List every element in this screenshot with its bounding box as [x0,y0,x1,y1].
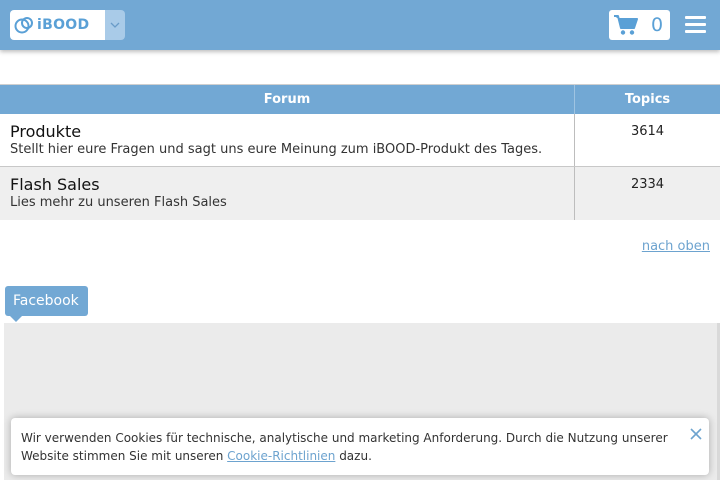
column-header-topics: Topics [624,92,671,107]
logo-link[interactable]: iBOOD [10,10,105,40]
topics-count: 2334 [630,177,665,192]
forum-description: Lies mehr zu unseren Flash Sales [10,195,227,210]
chevron-down-icon [110,22,120,28]
back-to-top-link[interactable]: nach oben [642,239,710,254]
table-header: Forum Topics [0,85,720,114]
forum-table: Forum Topics Produkte Stellt hier eure F… [0,85,720,220]
forum-title-link[interactable]: Produkte [10,122,574,141]
ibood-logo-icon [14,17,33,34]
table-row[interactable]: Flash Sales Lies mehr zu unseren Flash S… [0,167,720,220]
table-row[interactable]: Produkte Stellt hier eure Fragen und sag… [0,114,720,167]
forum-cell: Flash Sales Lies mehr zu unseren Flash S… [0,167,575,220]
cart-count: 0 [651,14,664,36]
forum-cell: Produkte Stellt hier eure Fragen und sag… [0,114,575,166]
hamburger-menu-icon[interactable] [685,16,706,33]
cookie-banner: Wir verwenden Cookies für technische, an… [11,418,709,475]
facebook-tab[interactable]: Facebook [5,286,88,316]
forum-description: Stellt hier eure Fragen und sagt uns eur… [10,142,543,157]
topics-count: 3614 [630,124,665,139]
column-header-forum: Forum [0,85,575,114]
cookie-text-after: dazu. [335,449,372,463]
cart-button[interactable]: 0 [609,10,670,40]
tab-pointer [10,316,22,322]
top-header: iBOOD 0 [0,0,720,50]
logo-text: iBOOD [37,17,90,33]
cookie-policy-link[interactable]: Cookie-Richtlinien [227,449,335,463]
forum-title-link[interactable]: Flash Sales [10,175,574,194]
site-dropdown-button[interactable] [105,10,125,40]
close-icon[interactable] [689,427,703,441]
cart-icon [614,15,638,35]
